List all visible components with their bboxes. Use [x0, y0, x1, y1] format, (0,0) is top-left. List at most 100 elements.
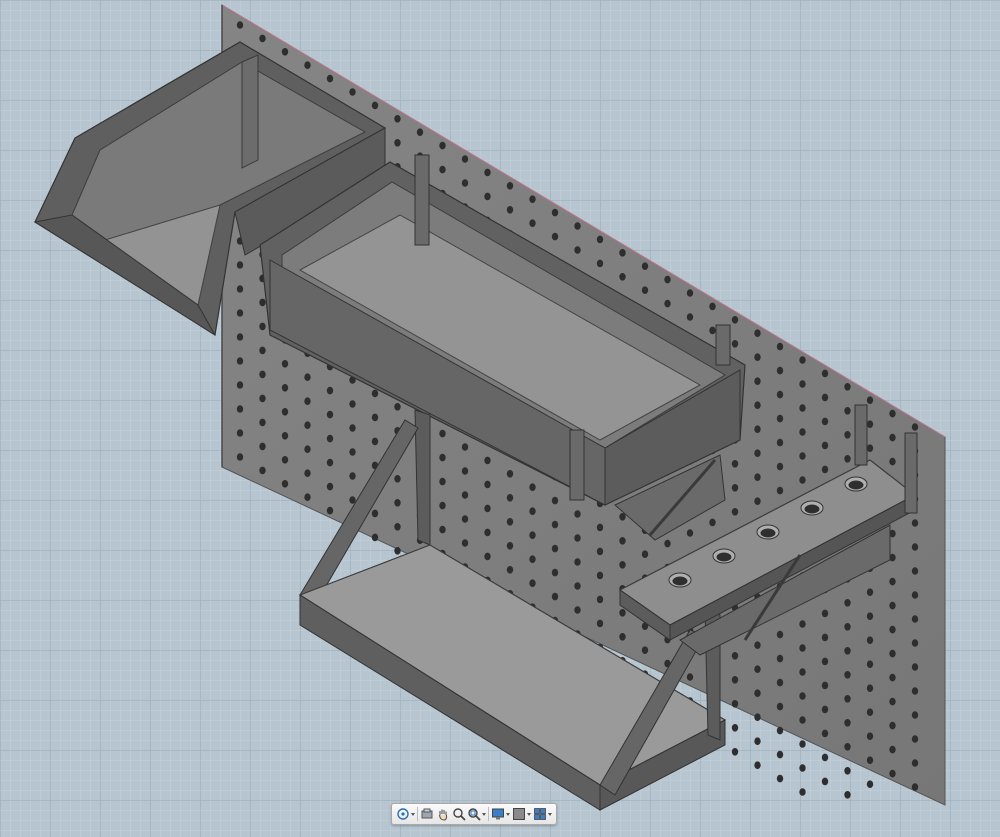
peg-hole	[461, 467, 469, 475]
peg-hole	[439, 501, 446, 510]
peg-hole	[596, 547, 604, 556]
peg-hole	[394, 403, 401, 411]
look-at-icon	[421, 808, 433, 819]
peg-hole	[281, 432, 289, 440]
peg-hole	[686, 313, 694, 321]
peg-hole	[776, 750, 784, 759]
peg-hole	[889, 649, 896, 658]
peg-hole	[799, 620, 806, 628]
look-at-button[interactable]	[420, 805, 434, 823]
peg-hole	[866, 660, 874, 668]
model-scene[interactable]	[0, 0, 1000, 837]
peg-hole	[484, 192, 491, 201]
peg-hole	[731, 724, 739, 732]
peg-hole	[821, 633, 829, 642]
peg-hole	[371, 437, 379, 446]
peg-hole	[776, 726, 784, 735]
peg-hole	[236, 453, 244, 461]
zoom-button[interactable]	[452, 805, 466, 823]
fit-button[interactable]	[467, 805, 487, 823]
peg-hole	[551, 496, 559, 505]
pan-button[interactable]	[436, 805, 450, 823]
peg-hole	[506, 182, 514, 190]
peg-hole	[236, 21, 244, 29]
peg-hole	[529, 531, 536, 539]
toolbar-divider	[488, 807, 490, 821]
peg-hole	[529, 555, 536, 563]
peg-hole	[236, 285, 244, 293]
peg-hole	[574, 246, 581, 254]
chevron-down-icon	[547, 812, 552, 816]
peg-hole	[844, 455, 851, 463]
peg-hole	[236, 309, 244, 317]
peg-hole	[754, 329, 761, 338]
peg-hole	[371, 101, 379, 110]
peg-hole	[799, 380, 806, 388]
peg-hole	[259, 418, 266, 427]
orbit-button[interactable]	[396, 805, 415, 823]
peg-hole	[754, 377, 761, 386]
peg-hole	[394, 523, 401, 531]
peg-hole	[461, 539, 469, 547]
peg-hole	[551, 568, 559, 577]
peg-hole	[799, 668, 806, 676]
peg-hole	[574, 606, 581, 614]
peg-hole	[484, 456, 491, 465]
peg-hole	[731, 700, 739, 708]
display-icon	[492, 808, 505, 820]
peg-hole	[236, 357, 244, 365]
peg-hole	[259, 394, 266, 403]
viewports-button[interactable]	[533, 805, 552, 823]
peg-hole	[484, 480, 491, 489]
peg-hole	[731, 652, 739, 660]
peg-hole	[259, 466, 266, 475]
peg-hole	[349, 424, 356, 432]
peg-hole	[574, 582, 581, 590]
peg-hole	[664, 299, 671, 308]
peg-hole	[844, 623, 851, 631]
peg-hole	[799, 404, 806, 412]
peg-hole	[461, 443, 469, 451]
viewports-icon	[534, 808, 546, 820]
peg-hole	[281, 384, 289, 392]
peg-hole	[866, 588, 874, 596]
navigation-toolbar	[391, 803, 557, 825]
peg-hole	[394, 475, 401, 483]
display-settings-button[interactable]	[491, 805, 511, 823]
peg-hole	[866, 612, 874, 620]
peg-hole	[664, 275, 671, 284]
toolbar-divider	[416, 807, 418, 821]
peg-hole	[911, 567, 919, 575]
peg-hole	[349, 448, 356, 456]
peg-hole	[821, 465, 829, 474]
peg-hole	[506, 542, 514, 550]
peg-hole	[259, 442, 266, 451]
peg-hole	[236, 261, 244, 269]
peg-hole	[754, 449, 761, 458]
peg-hole	[506, 206, 514, 214]
peg-hole	[821, 369, 829, 378]
peg-hole	[776, 342, 784, 351]
peg-hole	[236, 381, 244, 389]
peg-hole	[866, 444, 874, 453]
peg-hole	[866, 756, 874, 764]
peg-hole	[439, 165, 446, 174]
peg-hole	[709, 302, 716, 311]
peg-hole	[754, 713, 761, 721]
peg-hole	[484, 528, 491, 537]
peg-hole	[394, 139, 401, 147]
tool-slot-hole	[716, 552, 732, 562]
peg-hole	[889, 433, 896, 442]
peg-hole	[844, 719, 851, 727]
peg-hole	[799, 764, 806, 772]
peg-hole	[619, 609, 626, 617]
grid-snaps-button[interactable]	[512, 805, 532, 823]
3d-viewport[interactable]	[0, 0, 1000, 837]
peg-hole	[259, 370, 266, 379]
peg-hole	[889, 721, 896, 730]
peg-hole	[889, 745, 896, 754]
chevron-down-icon	[410, 812, 415, 816]
peg-hole	[731, 340, 739, 348]
peg-hole	[844, 599, 851, 607]
peg-hole	[439, 477, 446, 486]
